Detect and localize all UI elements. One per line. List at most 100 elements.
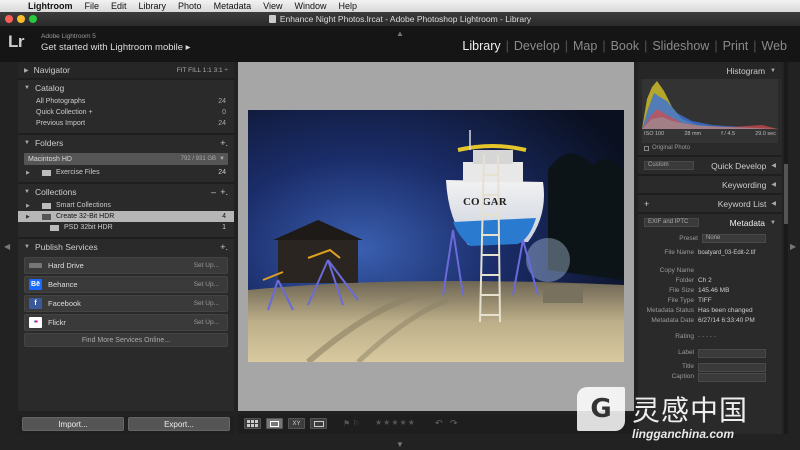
saved-preset-select[interactable]: Custom	[644, 161, 694, 170]
navigator-title: Navigator	[33, 65, 71, 75]
setup-link[interactable]: Set Up...	[194, 281, 219, 288]
collection-folder-icon	[42, 213, 51, 220]
left-panel-toggle-icon[interactable]: ◀	[4, 242, 10, 251]
menu-view[interactable]: View	[257, 1, 288, 11]
module-library[interactable]: Library	[457, 39, 505, 53]
module-print[interactable]: Print	[718, 39, 754, 53]
service-label: Flickr	[48, 318, 66, 327]
menu-edit[interactable]: Edit	[105, 1, 133, 11]
right-panel-toggle-icon[interactable]: ▶	[790, 242, 796, 251]
catalog-row[interactable]: Quick Collection + 0	[18, 107, 234, 118]
field-value: 145.46 MB	[698, 287, 730, 294]
add-publish-service-button[interactable]: +.	[220, 242, 228, 252]
close-window-button[interactable]	[5, 15, 13, 23]
title-input[interactable]	[698, 363, 766, 372]
module-map[interactable]: Map	[568, 39, 602, 53]
minimize-window-button[interactable]	[17, 15, 25, 23]
expand-triangle-icon[interactable]: ▶	[26, 203, 30, 209]
publish-services-header[interactable]: ▼ Publish Services +.	[18, 239, 234, 255]
survey-view-button[interactable]	[310, 418, 327, 429]
quick-develop-header[interactable]: Custom Quick Develop ◀	[638, 157, 782, 174]
menu-metadata[interactable]: Metadata	[208, 1, 258, 11]
export-button[interactable]: Export...	[128, 417, 230, 431]
metadata-field-copy-name: Copy Name	[638, 267, 782, 277]
add-folder-button[interactable]: +.	[220, 138, 228, 148]
folder-label: Exercise Files	[56, 169, 100, 176]
folder-row[interactable]: ▶ Exercise Files 24	[18, 167, 234, 178]
mobile-link[interactable]: Get started with Lightroom mobile ▸	[41, 42, 190, 53]
field-value: TIFF	[698, 297, 712, 304]
rotate-right-icon[interactable]: ↷	[450, 418, 458, 429]
checkbox-icon[interactable]	[644, 145, 649, 151]
rating-dots[interactable]: · · · · ·	[698, 333, 782, 340]
catalog-title: Catalog	[34, 83, 65, 93]
field-value[interactable]: boatyard_03-Edit-2.tif	[698, 249, 782, 257]
expand-triangle-icon[interactable]: ▶	[26, 170, 30, 176]
module-slideshow[interactable]: Slideshow	[647, 39, 714, 53]
caption-input[interactable]	[698, 373, 766, 382]
catalog-header[interactable]: ▼ Catalog	[18, 80, 234, 96]
catalog-row[interactable]: All Photographs 24	[18, 96, 234, 107]
menu-photo[interactable]: Photo	[172, 1, 208, 11]
metadata-header[interactable]: EXIF and IPTC Metadata ▼	[638, 214, 782, 231]
menu-file[interactable]: File	[79, 1, 106, 11]
module-develop[interactable]: Develop	[509, 39, 565, 53]
publish-service-facebook[interactable]: f Facebook Set Up...	[24, 295, 228, 312]
add-keyword-button[interactable]: +	[644, 199, 649, 209]
menu-help[interactable]: Help	[332, 1, 363, 11]
setup-link[interactable]: Set Up...	[194, 319, 219, 326]
keyword-list-header[interactable]: + Keyword List ◀	[638, 195, 782, 212]
volume-macintosh-hd[interactable]: Macintosh HD 792 / 931 GB ▼	[24, 153, 228, 165]
preset-select[interactable]: None	[702, 233, 766, 243]
service-label: Behance	[48, 280, 78, 289]
window-title: Enhance Night Photos.lrcat - Adobe Photo…	[279, 14, 532, 24]
original-photo-toggle[interactable]: Original Photo	[638, 143, 782, 153]
chevron-down-icon[interactable]: ▼	[219, 156, 225, 162]
import-button[interactable]: Import...	[22, 417, 124, 431]
loupe-view[interactable]: CO GAR	[238, 62, 634, 411]
setup-link[interactable]: Set Up...	[194, 262, 219, 269]
setup-link[interactable]: Set Up...	[194, 300, 219, 307]
metadata-view-select[interactable]: EXIF and IPTC	[644, 218, 699, 227]
navigator-header[interactable]: ▶ Navigator FIT FILL 1:1 3:1 ÷	[18, 62, 234, 78]
collection-row[interactable]: PSD 32bit HDR 1	[18, 222, 234, 233]
right-panel-scrollbar[interactable]	[784, 62, 788, 434]
keywording-header[interactable]: Keywording ◀	[638, 176, 782, 193]
collapse-triangle-icon: ▼	[24, 189, 30, 195]
histogram[interactable]: ISO 100 28 mm f / 4.5 29.0 sec	[642, 79, 778, 143]
expand-triangle-icon[interactable]: ▶	[26, 214, 30, 220]
remove-collection-button[interactable]: –	[211, 187, 216, 197]
menu-library[interactable]: Library	[133, 1, 173, 11]
histogram-header[interactable]: Histogram ▼	[638, 62, 782, 79]
catalog-row[interactable]: Previous Import 24	[18, 118, 234, 129]
collections-header[interactable]: ▼ Collections – +.	[18, 184, 234, 200]
rotate-left-icon[interactable]: ↶	[435, 418, 443, 429]
grid-view-button[interactable]	[244, 418, 261, 429]
publish-service-flickr[interactable]: • • Flickr Set Up...	[24, 314, 228, 331]
publish-service-hard-drive[interactable]: Hard Drive Set Up...	[24, 257, 228, 274]
add-collection-button[interactable]: +.	[220, 187, 228, 197]
zoom-window-button[interactable]	[29, 15, 37, 23]
module-book[interactable]: Book	[606, 39, 645, 53]
folders-header[interactable]: ▼ Folders +.	[18, 135, 234, 151]
scrollbar-thumb[interactable]	[784, 164, 788, 224]
field-key: Rating	[675, 333, 694, 340]
label-input[interactable]	[698, 349, 766, 358]
star-rating[interactable]: ★★★★★	[375, 418, 416, 427]
module-web[interactable]: Web	[757, 39, 792, 53]
navigator-zoom-options[interactable]: FIT FILL 1:1 3:1 ÷	[177, 67, 228, 74]
loupe-view-button[interactable]	[266, 418, 283, 429]
compare-view-button[interactable]: XY	[288, 418, 305, 429]
main-photo[interactable]: CO GAR	[248, 110, 624, 362]
flag-icons[interactable]: ⚑ ⚐	[343, 419, 360, 428]
collection-row-selected[interactable]: ▶ Create 32-Bit HDR 4	[18, 211, 234, 222]
menu-window[interactable]: Window	[288, 1, 332, 11]
hard-drive-icon	[29, 263, 42, 268]
publish-service-behance[interactable]: Bē Behance Set Up...	[24, 276, 228, 293]
top-panel-toggle-icon[interactable]: ▲	[396, 29, 404, 38]
find-more-services-button[interactable]: Find More Services Online...	[24, 333, 228, 347]
collection-set-row[interactable]: ▶ Smart Collections	[18, 200, 234, 211]
metadata-field-file-type: File Type TIFF	[638, 297, 782, 307]
bottom-panel-toggle-icon[interactable]: ▼	[396, 440, 404, 449]
menu-lightroom[interactable]: Lightroom	[22, 1, 79, 11]
